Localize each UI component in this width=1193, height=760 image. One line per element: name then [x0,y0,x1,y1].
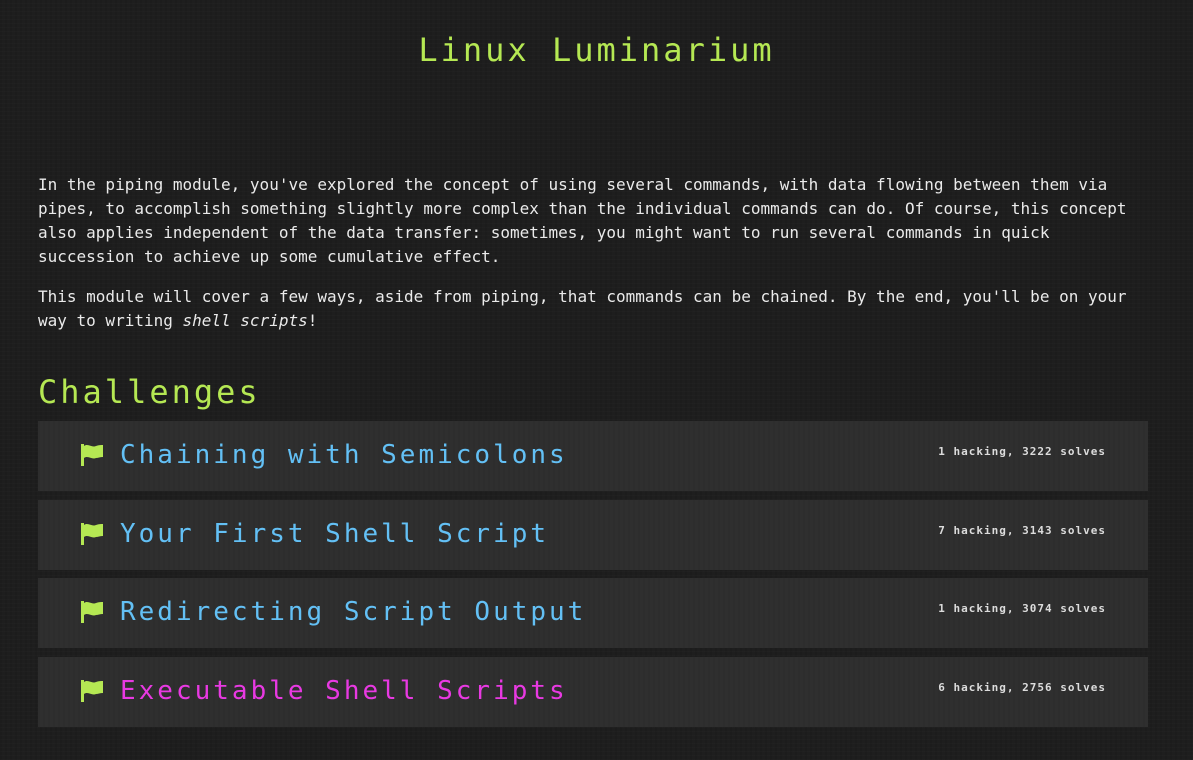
flag-icon [81,601,103,623]
module-description: In the piping module, you've explored th… [38,173,1153,349]
description-paragraph: In the piping module, you've explored th… [38,175,1127,266]
challenge-stats: 6 hacking, 2756 solves [938,681,1106,694]
shell-scripts-emphasis: shell scripts [182,311,308,330]
challenge-title[interactable]: Chaining with Semicolons [120,438,568,472]
page-title: Linux Luminarium [418,31,775,69]
challenge-stats: 1 hacking, 3074 solves [938,602,1106,615]
challenge-card[interactable]: Executable Shell Scripts 6 hacking, 2756… [38,657,1148,727]
flag-icon [81,523,103,545]
challenge-title[interactable]: Your First Shell Script [120,517,549,551]
flag-icon [81,680,103,702]
challenge-card[interactable]: Chaining with Semicolons 1 hacking, 3222… [38,421,1148,491]
challenge-card[interactable]: Your First Shell Script 7 hacking, 3143 … [38,500,1148,570]
challenge-card[interactable]: Redirecting Script Output 1 hacking, 307… [38,578,1148,648]
challenges-heading: Challenges [38,373,261,411]
challenge-title[interactable]: Executable Shell Scripts [120,674,568,708]
flag-icon [81,444,103,466]
description-paragraph: This module will cover a few ways, aside… [38,285,1153,333]
challenge-stats: 7 hacking, 3143 solves [938,524,1106,537]
challenge-title[interactable]: Redirecting Script Output [120,595,586,629]
challenge-stats: 1 hacking, 3222 solves [938,445,1106,458]
description-text: ! [307,311,318,330]
